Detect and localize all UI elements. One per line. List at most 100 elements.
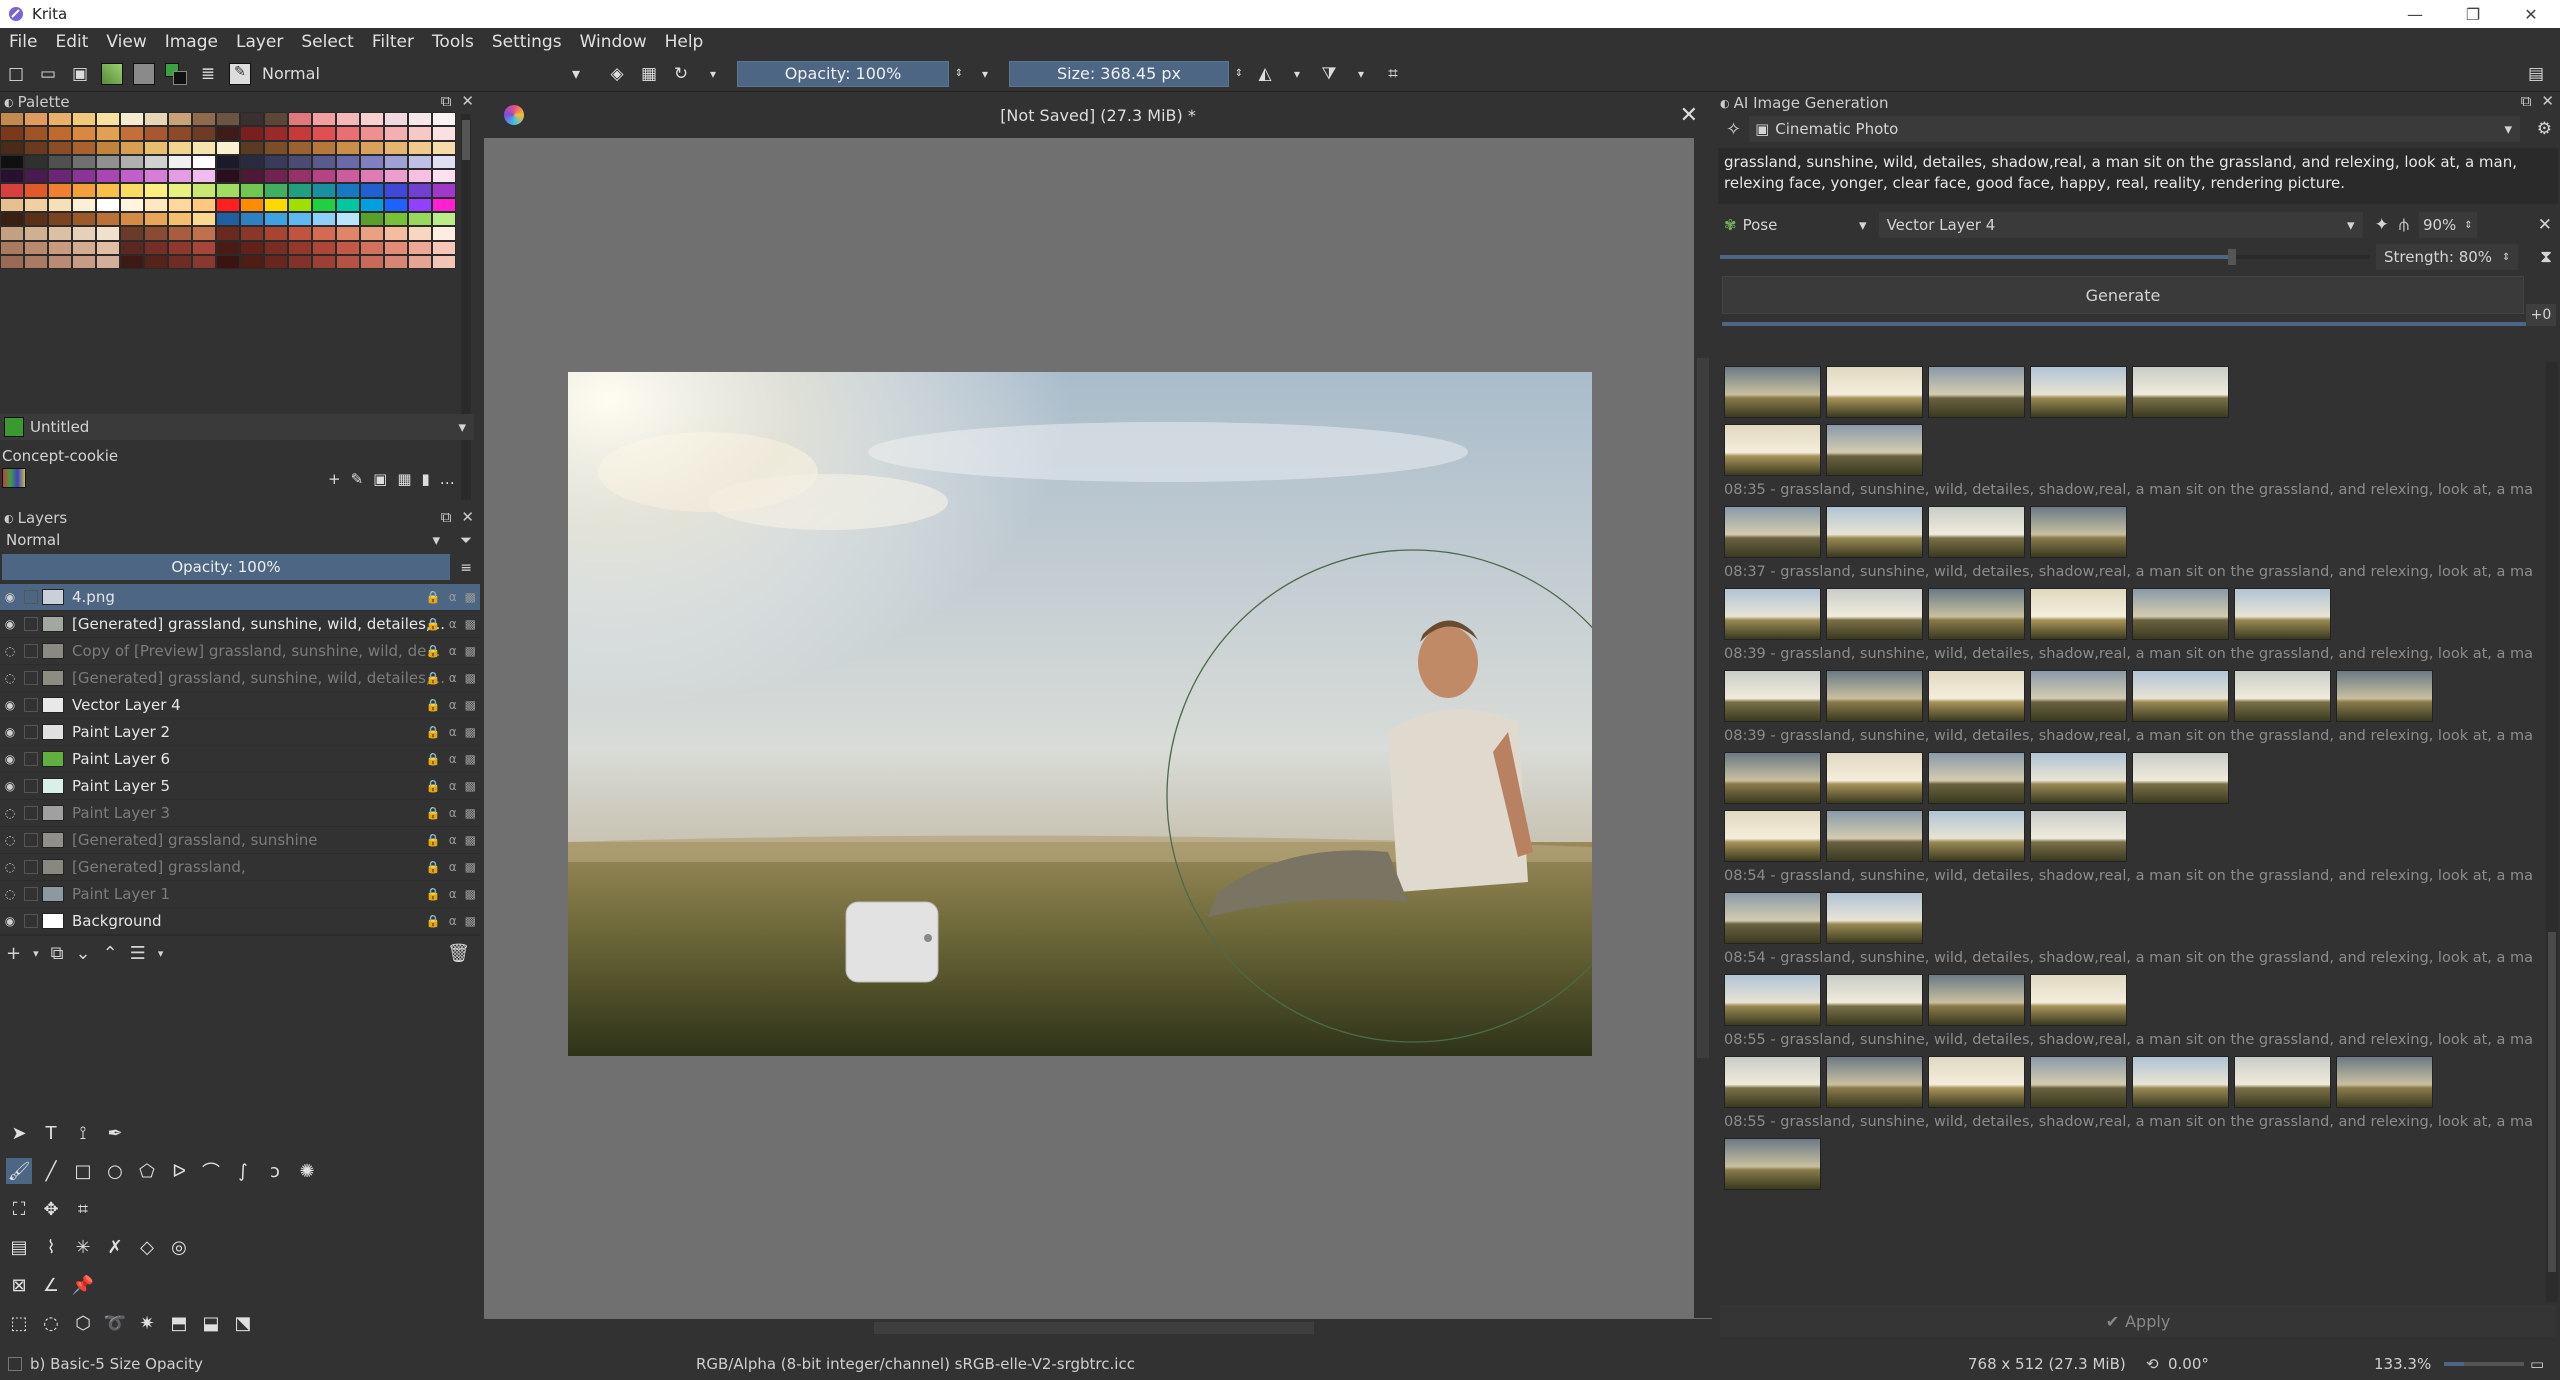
- remove-control-icon[interactable]: ✕: [2538, 215, 2552, 235]
- palette-swatch[interactable]: [96, 183, 120, 198]
- palette-swatch[interactable]: [408, 254, 432, 270]
- move-up-icon[interactable]: ⌃: [103, 943, 118, 964]
- add-icon[interactable]: +: [328, 470, 341, 488]
- palette-swatch[interactable]: [120, 183, 144, 198]
- palette-swatch[interactable]: [168, 197, 192, 213]
- palette-swatch[interactable]: [312, 140, 336, 155]
- palette-swatch[interactable]: [384, 197, 408, 213]
- palette-swatch[interactable]: [192, 126, 216, 141]
- layer-checkbox[interactable]: [24, 617, 38, 631]
- inherit-alpha-icon[interactable]: ▩: [465, 887, 476, 901]
- generated-image-thumbnail[interactable]: [1724, 752, 1821, 804]
- strength-spin[interactable]: Strength: 80% ⇕: [2376, 244, 2518, 270]
- layer-checkbox[interactable]: [24, 806, 38, 820]
- palette-swatch[interactable]: [144, 226, 168, 241]
- brush-settings-icon[interactable]: ≣: [195, 61, 221, 87]
- palette-swatch[interactable]: [96, 126, 120, 141]
- alpha-lock-icon[interactable]: α: [449, 806, 457, 820]
- generated-image-thumbnail[interactable]: [2030, 974, 2127, 1026]
- generated-image-thumbnail[interactable]: [1928, 588, 2025, 640]
- palette-swatch[interactable]: [312, 126, 336, 141]
- generate-pose-icon[interactable]: ✦: [2375, 215, 2389, 235]
- generate-button[interactable]: Generate: [1722, 276, 2524, 314]
- lock-icon[interactable]: 🔒: [426, 752, 441, 766]
- menu-select[interactable]: Select: [292, 32, 362, 52]
- palette-swatch[interactable]: [192, 140, 216, 155]
- lock-icon[interactable]: 🔒: [426, 698, 441, 712]
- palette-swatch[interactable]: [432, 112, 456, 127]
- layer-checkbox[interactable]: [24, 914, 38, 928]
- palette-swatch[interactable]: [96, 197, 120, 213]
- palette-swatch[interactable]: [120, 254, 144, 270]
- palette-swatch[interactable]: [48, 254, 72, 270]
- palette-swatch[interactable]: [288, 169, 312, 184]
- palette-selector[interactable]: Untitled ▾: [0, 414, 474, 440]
- grid-icon[interactable]: ▦: [397, 470, 411, 488]
- palette-swatch[interactable]: [408, 126, 432, 141]
- palette-swatch[interactable]: [72, 126, 96, 141]
- wrap-around-icon[interactable]: ⌗: [1380, 61, 1406, 87]
- inherit-alpha-icon[interactable]: ▩: [465, 725, 476, 739]
- generated-image-thumbnail[interactable]: [1826, 506, 1923, 558]
- visibility-eye-icon[interactable]: ◌: [0, 887, 20, 901]
- alpha-lock-icon[interactable]: α: [449, 725, 457, 739]
- strength-slider[interactable]: [1720, 249, 2370, 265]
- layer-checkbox[interactable]: [24, 779, 38, 793]
- palette-swatch[interactable]: [432, 140, 456, 155]
- palette-swatch[interactable]: [288, 154, 312, 170]
- float-icon[interactable]: ⧉: [2521, 92, 2532, 110]
- zoom-slider[interactable]: [2444, 1362, 2524, 1366]
- palette-swatch[interactable]: [168, 154, 192, 170]
- eraser-icon[interactable]: ◈: [604, 61, 630, 87]
- palette-swatch[interactable]: [288, 240, 312, 255]
- menu-edit[interactable]: Edit: [46, 32, 97, 52]
- palette-swatch[interactable]: [432, 183, 456, 198]
- layer-row[interactable]: ◌ Paint Layer 1 🔒 α ▩: [0, 881, 480, 908]
- palette-swatch[interactable]: [48, 240, 72, 255]
- layer-checkbox[interactable]: [24, 752, 38, 766]
- palette-swatch[interactable]: [336, 254, 360, 270]
- palette-swatch[interactable]: [72, 183, 96, 198]
- layer-checkbox[interactable]: [24, 833, 38, 847]
- alpha-lock-icon[interactable]: α: [449, 698, 457, 712]
- palette-swatch[interactable]: [360, 183, 384, 198]
- palette-swatch[interactable]: [384, 169, 408, 184]
- generated-image-thumbnail[interactable]: [2030, 588, 2127, 640]
- layer-row[interactable]: ◌ [Generated] grassland, sunshine 🔒 α ▩: [0, 827, 480, 854]
- control-layer-select[interactable]: Vector Layer 4 ▾: [1878, 212, 2363, 238]
- generated-image-thumbnail[interactable]: [2030, 752, 2127, 804]
- alpha-lock-icon[interactable]: α: [449, 833, 457, 847]
- palette-swatch[interactable]: [432, 154, 456, 170]
- palette-swatch[interactable]: [264, 197, 288, 213]
- menu-tools[interactable]: Tools: [423, 32, 483, 52]
- palette-swatch[interactable]: [360, 126, 384, 141]
- chevron-down-icon[interactable]: ▾: [972, 61, 998, 87]
- canvas-vertical-scrollbar[interactable]: [1694, 138, 1712, 1318]
- palette-swatch[interactable]: [96, 212, 120, 227]
- assistant-tool-icon[interactable]: ⊠: [6, 1272, 32, 1298]
- text-tool-icon[interactable]: T: [38, 1120, 64, 1146]
- palette-swatch[interactable]: [432, 254, 456, 270]
- palette-swatch[interactable]: [24, 140, 48, 155]
- fullscreen-icon[interactable]: ▭: [2530, 1355, 2544, 1373]
- palette-swatch[interactable]: [240, 254, 264, 270]
- palette-swatch[interactable]: [264, 112, 288, 127]
- freehand-path-tool-icon[interactable]: ∫: [230, 1158, 256, 1184]
- palette-swatch[interactable]: [96, 240, 120, 255]
- palette-swatch[interactable]: [408, 197, 432, 213]
- palette-swatch[interactable]: [48, 197, 72, 213]
- palette-swatch[interactable]: [0, 169, 24, 184]
- generated-image-thumbnail[interactable]: [1928, 810, 2025, 862]
- palette-swatch[interactable]: [24, 154, 48, 170]
- colorize-mask-tool-icon[interactable]: ✗: [102, 1234, 128, 1260]
- palette-lock-icon[interactable]: ◐: [4, 96, 14, 109]
- freehand-brush-tool-icon[interactable]: 🖌: [6, 1158, 32, 1184]
- layer-row[interactable]: ◉ Vector Layer 4 🔒 α ▩: [0, 692, 480, 719]
- palette-swatch[interactable]: [168, 254, 192, 270]
- visibility-eye-icon[interactable]: ◌: [0, 833, 20, 847]
- palette-swatch[interactable]: [288, 212, 312, 227]
- alpha-lock-icon[interactable]: α: [449, 617, 457, 631]
- palette-swatch[interactable]: [288, 226, 312, 241]
- add-pose-icon[interactable]: ⫛: [2399, 215, 2409, 235]
- alpha-lock-icon[interactable]: α: [449, 590, 457, 604]
